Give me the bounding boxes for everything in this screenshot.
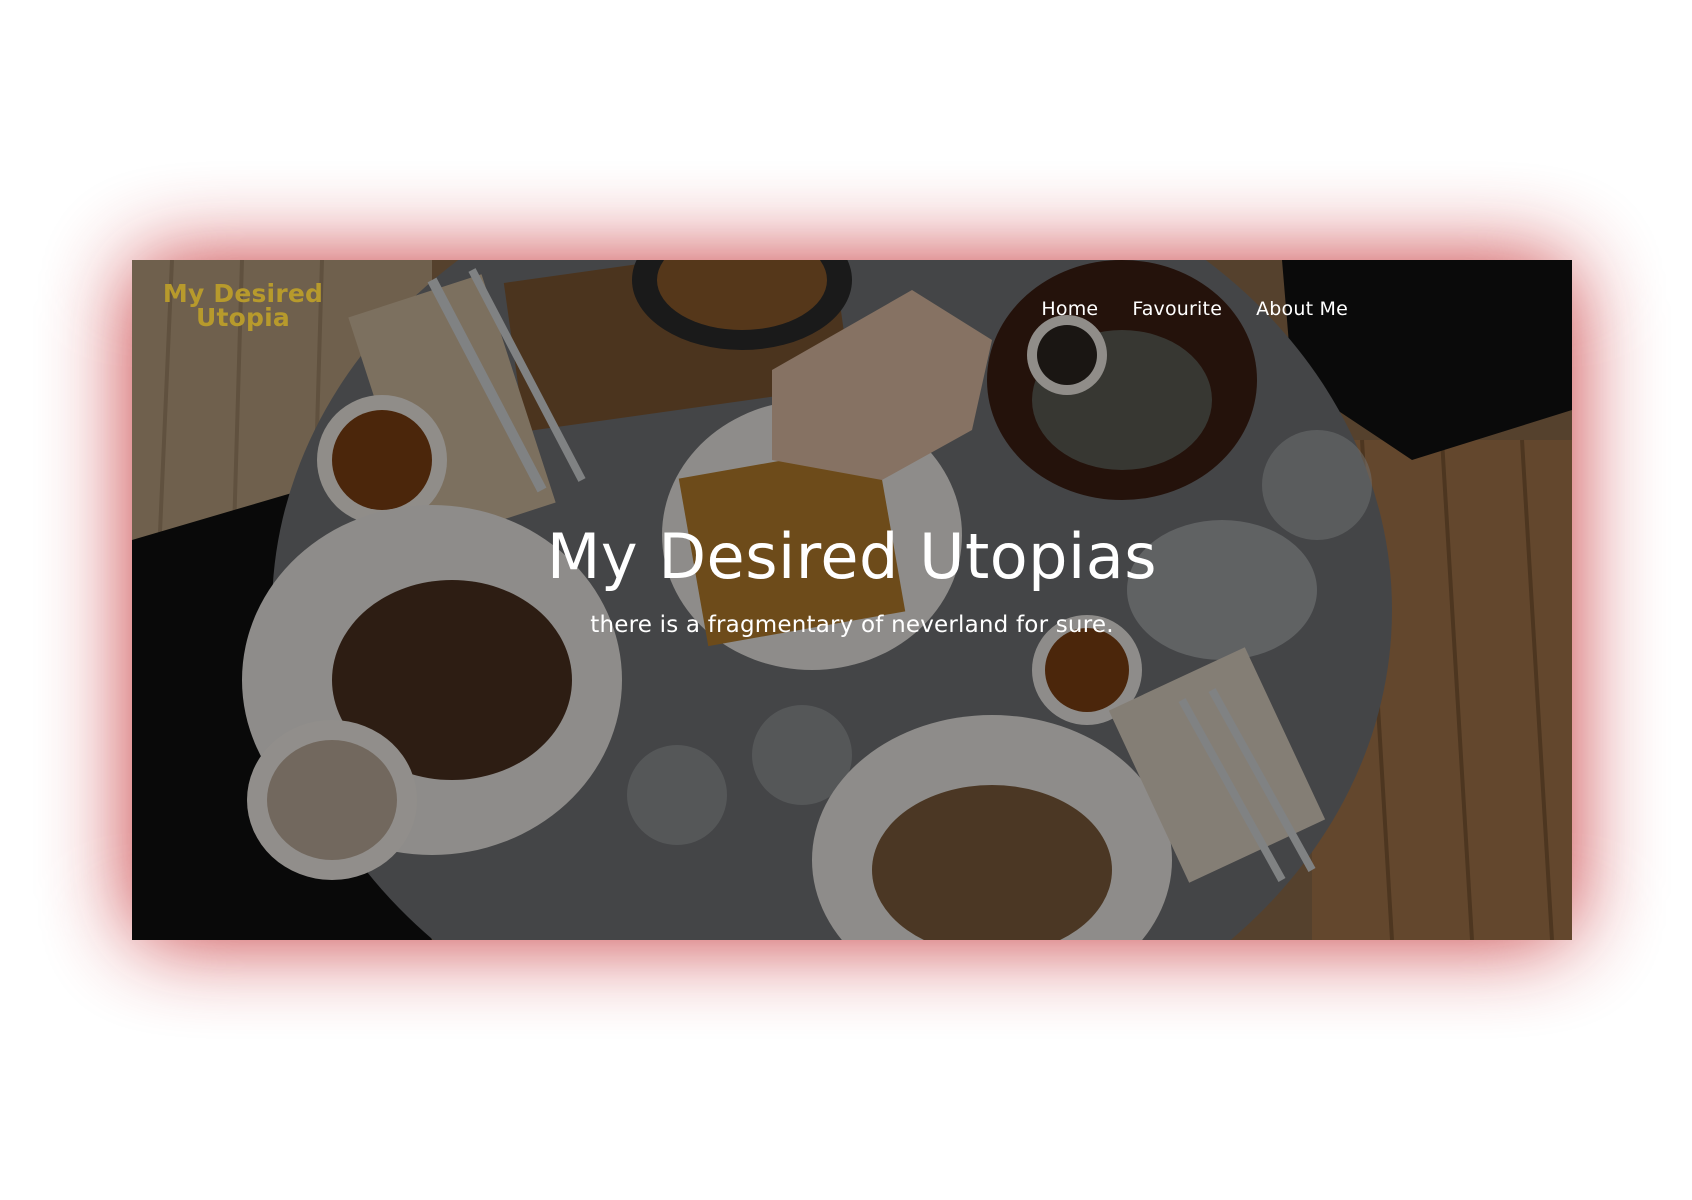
hero-banner: My Desired Utopia Home Favourite About Me… <box>132 260 1572 940</box>
site-logo[interactable]: My Desired Utopia <box>158 281 328 330</box>
main-nav: Home Favourite About Me <box>1041 298 1348 320</box>
nav-item-home[interactable]: Home <box>1041 298 1098 320</box>
nav-item-favourite[interactable]: Favourite <box>1132 298 1222 320</box>
nav-item-about-me[interactable]: About Me <box>1256 298 1348 320</box>
hero-subtitle: there is a fragmentary of neverland for … <box>590 612 1114 638</box>
page-stage: My Desired Utopia Home Favourite About Me… <box>0 0 1692 1200</box>
hero-title: My Desired Utopias <box>546 520 1158 593</box>
dark-overlay <box>132 260 1572 940</box>
